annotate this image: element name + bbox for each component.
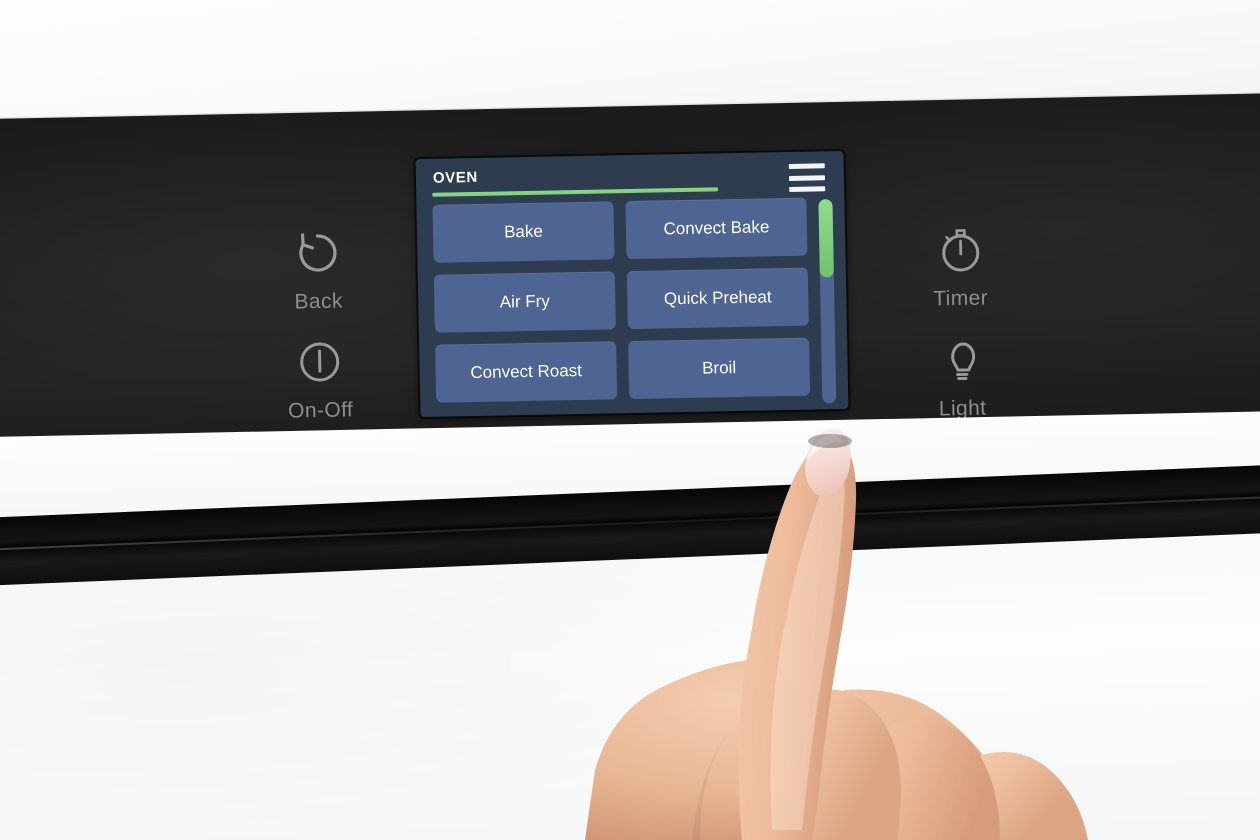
light-button[interactable]: Light [896, 328, 1028, 422]
mode-button-broil[interactable]: Broil [628, 337, 811, 400]
oven-display-screen[interactable]: OVEN Bake Convect Bake Air Fry Quick Pre… [415, 150, 849, 418]
on-off-button[interactable]: On-Off [254, 330, 386, 424]
hamburger-bar [788, 163, 825, 169]
scrollbar-track[interactable] [818, 199, 837, 404]
mode-button-bake[interactable]: Bake [432, 201, 615, 263]
display-header: OVEN [432, 161, 833, 203]
scrollbar-thumb[interactable] [818, 199, 834, 277]
mode-button-convect-roast[interactable]: Convect Roast [435, 341, 618, 403]
page-title: OVEN [432, 168, 479, 187]
lightbulb-icon [896, 328, 1027, 392]
undo-arrow-icon [252, 221, 383, 285]
timer-button-label: Timer [932, 286, 989, 311]
hamburger-menu-icon[interactable] [788, 163, 826, 192]
timer-button[interactable]: Timer [894, 218, 1026, 312]
back-button-label: Back [294, 289, 344, 314]
mode-button-quick-preheat[interactable]: Quick Preheat [626, 267, 809, 330]
hamburger-bar [788, 174, 826, 181]
title-accent-rule [432, 187, 719, 197]
mode-button-convect-bake[interactable]: Convect Bake [625, 197, 808, 260]
mode-button-air-fry[interactable]: Air Fry [433, 271, 616, 333]
mode-button-area: Bake Convect Bake Air Fry Quick Preheat … [432, 197, 837, 417]
hamburger-bar [789, 186, 826, 192]
power-icon [254, 330, 385, 394]
stopwatch-icon [894, 218, 1025, 282]
mode-button-grid: Bake Convect Bake Air Fry Quick Preheat … [432, 197, 811, 417]
on-off-button-label: On-Off [287, 398, 354, 423]
back-button[interactable]: Back [252, 221, 384, 315]
oven-control-panel-photo: Back On-Off Timer Light OVEN Bake Convec… [0, 0, 1260, 840]
